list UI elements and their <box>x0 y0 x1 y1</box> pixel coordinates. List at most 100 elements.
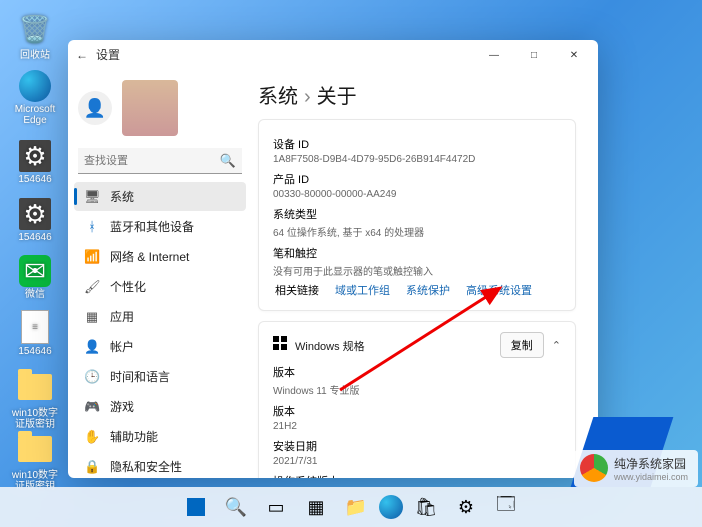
edition-label: 版本 <box>273 364 561 380</box>
desktop-icon-wechat[interactable]: ✉ 微信 <box>10 255 60 300</box>
device-card: 设备 ID 1A8F7508-D9B4-4D79-95D6-26B914F447… <box>258 119 576 311</box>
titlebar: ← 设置 — □ ✕ <box>68 40 598 70</box>
nav-label: 辅助功能 <box>110 428 158 445</box>
install-value: 2021/7/31 <box>273 456 561 467</box>
osver-label: 操作系统版本 <box>273 473 561 478</box>
desktop-icon-folder2[interactable]: win10数字证版密钥 <box>10 430 60 492</box>
nav-item-7[interactable]: 🎮 游戏 <box>74 392 246 421</box>
nav-item-4[interactable]: ▦应用 <box>74 302 246 331</box>
crumb-root[interactable]: 系统 <box>258 86 298 108</box>
watermark-url: www.yidaimei.com <box>614 472 688 482</box>
nav-icon: 🖌 <box>84 279 100 295</box>
crumb-leaf: 关于 <box>317 86 357 108</box>
systype-value: 64 位操作系统, 基于 x64 的处理器 <box>273 224 561 239</box>
related-links: 相关链接 域或工作组 系统保护 高级系统设置 <box>273 278 561 300</box>
watermark: 纯净系统家园 www.yidaimei.com <box>574 450 698 487</box>
nav-label: 隐私和安全性 <box>110 458 182 475</box>
product-id-label: 产品 ID <box>273 171 561 187</box>
version-label: 版本 <box>273 403 561 419</box>
link-protect[interactable]: 系统保护 <box>406 282 450 298</box>
nav-icon: ▦ <box>84 309 100 325</box>
edition-value: Windows 11 专业版 <box>273 382 561 397</box>
nav-item-6[interactable]: 🕒时间和语言 <box>74 362 246 391</box>
nav-item-9[interactable]: 🔒隐私和安全性 <box>74 452 246 478</box>
nav-icon: 🕒 <box>84 369 100 385</box>
recycle-bin-icon: 🗑️ <box>16 10 54 48</box>
sidebar: 👤 🔍 🖥系统ᚼ蓝牙和其他设备📶网络 & Internet🖌个性化▦应用👤帐户🕒… <box>68 70 248 478</box>
link-advanced[interactable]: 高级系统设置 <box>466 282 532 298</box>
winspec-card[interactable]: Windows 规格 复制 ⌃ 版本 Windows 11 专业版 版本 21H2… <box>258 321 576 478</box>
task-view-icon[interactable]: ▭ <box>259 490 293 524</box>
taskbar-edge-icon[interactable] <box>379 495 403 519</box>
label: 回收站 <box>20 50 50 61</box>
label: 154646 <box>18 346 51 357</box>
minimize-button[interactable]: — <box>474 42 514 68</box>
label: 154646 <box>18 174 51 185</box>
text-file-icon: ≡ <box>21 310 49 344</box>
nav-icon: 🎮 <box>84 399 100 415</box>
back-button[interactable]: ← <box>76 48 88 62</box>
label: 微信 <box>25 289 45 300</box>
related-links-label: 相关链接 <box>275 282 319 298</box>
desktop-icon-text[interactable]: ≡ 154646 <box>10 310 60 357</box>
watermark-text: 纯净系统家园 <box>614 455 688 472</box>
store-icon[interactable]: 🛍 <box>409 490 443 524</box>
nav-icon: 📶 <box>84 249 100 265</box>
nav-item-3[interactable]: 🖌个性化 <box>74 272 246 301</box>
nav-item-8[interactable]: ✋ 辅助功能 <box>74 422 246 451</box>
nav-item-0[interactable]: 🖥系统 <box>74 182 246 211</box>
windows-logo-icon <box>273 336 287 350</box>
pen-label: 笔和触控 <box>273 245 561 261</box>
version-value: 21H2 <box>273 421 561 432</box>
folder-icon <box>16 430 54 468</box>
nav-icon: ✋ <box>84 429 100 445</box>
taskbar-app-icon[interactable]: 🗔 <box>489 490 523 524</box>
taskbar-search-icon[interactable]: 🔍 <box>219 490 253 524</box>
start-button[interactable] <box>179 490 213 524</box>
search-box[interactable]: 🔍 <box>78 148 242 174</box>
desktop-icon-recycle[interactable]: 🗑️ 回收站 <box>10 10 60 61</box>
nav-label: 游戏 <box>110 398 134 415</box>
desktop-icon-edge[interactable]: Microsoft Edge <box>10 70 60 126</box>
gear-icon: ⚙ <box>19 198 51 230</box>
nav-label: 蓝牙和其他设备 <box>110 218 194 235</box>
avatar <box>122 80 178 136</box>
label: win10数字证版密钥 <box>12 408 58 430</box>
link-domain[interactable]: 域或工作组 <box>335 282 390 298</box>
winspec-title: Windows 规格 <box>295 341 365 353</box>
desktop-icon-gear1[interactable]: ⚙ 154646 <box>10 140 60 185</box>
desktop-icon-folder1[interactable]: win10数字证版密钥 <box>10 368 60 430</box>
nav-label: 系统 <box>110 188 134 205</box>
nav-item-2[interactable]: 📶 网络 & Internet <box>74 242 246 271</box>
widgets-icon[interactable]: ▦ <box>299 490 333 524</box>
content: 系统›关于 设备 ID 1A8F7508-D9B4-4D79-95D6-26B9… <box>248 70 598 478</box>
nav-icon: 👤 <box>84 339 100 355</box>
maximize-button[interactable]: □ <box>514 42 554 68</box>
settings-taskbar-icon[interactable]: ⚙ <box>449 490 483 524</box>
search-input[interactable] <box>78 148 242 174</box>
breadcrumb: 系统›关于 <box>258 80 576 109</box>
nav-item-5[interactable]: 👤帐户 <box>74 332 246 361</box>
product-id-value: 00330-80000-00000-AA249 <box>273 189 561 200</box>
folder-icon <box>16 368 54 406</box>
explorer-icon[interactable]: 📁 <box>339 490 373 524</box>
systype-label: 系统类型 <box>273 206 561 222</box>
label: Microsoft Edge <box>15 104 56 126</box>
window-title: 设置 <box>96 46 120 63</box>
pen-value: 没有可用于此显示器的笔或触控输入 <box>273 263 561 278</box>
nav-label: 网络 & Internet <box>110 248 189 265</box>
close-button[interactable]: ✕ <box>554 42 594 68</box>
copy-button[interactable]: 复制 <box>500 332 544 358</box>
edge-icon <box>19 70 51 102</box>
wechat-icon: ✉ <box>19 255 51 287</box>
chevron-up-icon[interactable]: ⌃ <box>552 340 561 352</box>
avatar-placeholder-icon: 👤 <box>78 91 112 125</box>
desktop-icon-gear2[interactable]: ⚙ 154646 <box>10 198 60 243</box>
install-label: 安装日期 <box>273 438 561 454</box>
gear-icon: ⚙ <box>19 140 51 172</box>
nav-item-1[interactable]: ᚼ 蓝牙和其他设备 <box>74 212 246 241</box>
nav-icon: ᚼ <box>84 219 100 234</box>
watermark-logo-icon <box>580 454 608 482</box>
profile-area[interactable]: 👤 <box>74 76 246 144</box>
label: 154646 <box>18 232 51 243</box>
